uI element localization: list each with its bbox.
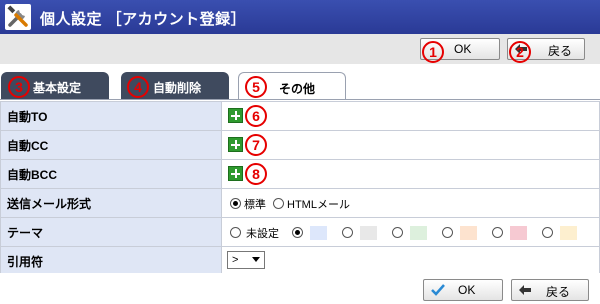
tab-auto-delete-label: 自動削除 xyxy=(153,81,202,95)
row-quote: 引用符 > xyxy=(0,246,600,276)
add-cc-icon[interactable] xyxy=(228,137,243,152)
mail-format-value: 標準 HTMLメール xyxy=(221,188,600,218)
format-standard-label: 標準 xyxy=(244,199,266,211)
ok-button-label: OK xyxy=(454,42,472,56)
footer-back-label: 戻る xyxy=(546,285,571,299)
auto-to-value: 6 xyxy=(221,101,600,131)
format-html-radio[interactable] xyxy=(273,198,284,209)
back-button-label: 戻る xyxy=(548,44,573,58)
tab-basic-settings-label: 基本設定 xyxy=(33,81,82,95)
quote-select[interactable]: > xyxy=(227,251,265,269)
theme-gray-swatch xyxy=(360,226,377,240)
row-auto-bcc: 自動BCC 8 xyxy=(0,159,600,189)
settings-form: 自動TO 6 自動CC 7 自動BCC 8 送信メール形式 標準 HTMLメール… xyxy=(0,101,600,276)
theme-value: 未設定 xyxy=(221,217,600,247)
row-auto-cc: 自動CC 7 xyxy=(0,130,600,160)
row-mail-format: 送信メール形式 標準 HTMLメール xyxy=(0,188,600,218)
tab-other-label: その他 xyxy=(279,82,316,96)
theme-yellow-radio[interactable] xyxy=(542,227,553,238)
footer-back-button[interactable]: 戻る xyxy=(511,279,589,301)
row-theme: テーマ 未設定 xyxy=(0,217,600,247)
auto-cc-label: 自動CC xyxy=(0,130,222,160)
marker-6: 6 xyxy=(245,105,267,127)
marker-4: 4 xyxy=(127,76,149,98)
theme-green-radio[interactable] xyxy=(392,227,403,238)
back-arrow-icon xyxy=(519,285,531,295)
marker-2: 2 xyxy=(509,41,531,63)
auto-to-label: 自動TO xyxy=(0,101,222,131)
tab-bar: 基本設定 3 自動削除 4 その他 5 xyxy=(0,64,600,100)
theme-pink-swatch xyxy=(510,226,527,240)
quote-value: > xyxy=(221,246,600,276)
title-bar: 個人設定 ［アカウント登録］ xyxy=(0,0,600,34)
theme-green-swatch xyxy=(410,226,427,240)
top-toolbar: OK 1 戻る 2 xyxy=(0,34,600,65)
tab-divider xyxy=(0,99,600,100)
quote-label: 引用符 xyxy=(0,246,222,276)
theme-gray-radio[interactable] xyxy=(342,227,353,238)
chevron-down-icon xyxy=(252,257,260,262)
marker-5: 5 xyxy=(245,76,267,98)
auto-bcc-value: 8 xyxy=(221,159,600,189)
footer-ok-button[interactable]: OK xyxy=(423,279,503,301)
row-auto-to: 自動TO 6 xyxy=(0,101,600,131)
theme-blue-radio[interactable] xyxy=(292,227,303,238)
theme-label: テーマ xyxy=(0,217,222,247)
theme-pink-radio[interactable] xyxy=(492,227,503,238)
format-standard-radio[interactable] xyxy=(230,198,241,209)
bottom-toolbar: OK 戻る xyxy=(0,273,600,304)
theme-unset-radio[interactable] xyxy=(230,227,241,238)
add-bcc-icon[interactable] xyxy=(228,166,243,181)
theme-yellow-swatch xyxy=(560,226,577,240)
marker-7: 7 xyxy=(245,134,267,156)
format-html-label: HTMLメール xyxy=(287,199,350,211)
marker-1: 1 xyxy=(422,41,444,63)
footer-ok-label: OK xyxy=(458,283,476,297)
theme-blue-swatch xyxy=(310,226,327,240)
theme-orange-radio[interactable] xyxy=(442,227,453,238)
auto-cc-value: 7 xyxy=(221,130,600,160)
mail-format-label: 送信メール形式 xyxy=(0,188,222,218)
quote-select-value: > xyxy=(232,254,239,266)
theme-orange-swatch xyxy=(460,226,477,240)
marker-3: 3 xyxy=(8,76,30,98)
theme-unset-label: 未設定 xyxy=(246,228,279,240)
marker-8: 8 xyxy=(245,163,267,185)
auto-bcc-label: 自動BCC xyxy=(0,159,222,189)
tools-icon xyxy=(5,4,31,30)
check-icon xyxy=(431,284,445,296)
add-to-icon[interactable] xyxy=(228,108,243,123)
page-title: 個人設定 ［アカウント登録］ xyxy=(40,11,247,28)
